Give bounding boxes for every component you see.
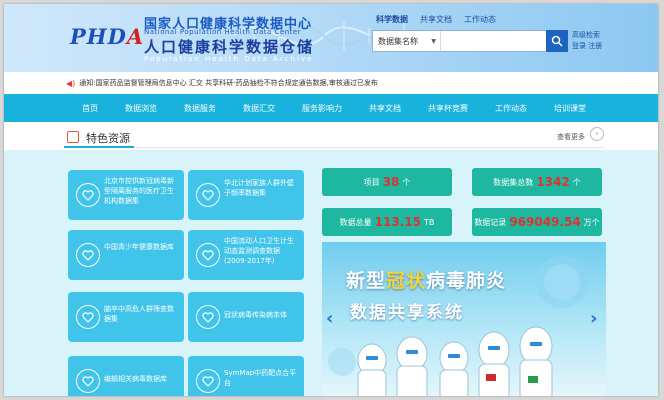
main-nav: 首页 数据浏览 数据服务 数据汇交 服务影响力 共享文档 共享杯竞赛 工作动态 …	[4, 94, 658, 122]
heart-icon	[196, 369, 220, 393]
stat-unit: 万个	[583, 217, 600, 227]
section-underline	[64, 146, 134, 148]
stat-label: 数据记录	[474, 217, 507, 227]
nav-news[interactable]: 工作动态	[495, 103, 527, 114]
search-button[interactable]	[546, 30, 568, 52]
card-label: SymMap中药靶点合平台	[224, 369, 297, 387]
stat-value: 1342	[536, 175, 570, 189]
archive-title-en: Population Health Data Archive	[144, 55, 314, 63]
nav-data-browse[interactable]: 数据浏览	[125, 103, 157, 114]
toplink-news[interactable]: 工作动态	[464, 14, 496, 25]
chevron-down-icon: ▼	[431, 37, 436, 45]
banner-title-a: 新型	[346, 270, 387, 292]
toplink-science-data[interactable]: 科学数据	[376, 14, 408, 25]
chevron-right-icon[interactable]: ›	[590, 127, 604, 141]
featured-resources-header: 特色资源 查看更多 ›	[64, 126, 604, 148]
heart-icon	[196, 183, 220, 207]
notice-bar: ◀) 通知:国家药品监督管理局信息中心 汇交 共享科研-药品抽检不符合规定通告数…	[4, 72, 658, 94]
nav-home[interactable]: 首页	[82, 103, 98, 114]
logo-accent: A	[126, 24, 145, 49]
banner-title-b: 病毒肺炎	[426, 270, 507, 292]
resource-card[interactable]: 冠状病毒传染病本体	[188, 292, 304, 342]
search-input[interactable]	[441, 31, 546, 51]
search-scope-select[interactable]: 数据集名称 ▼	[373, 31, 441, 51]
search-box: 数据集名称 ▼	[372, 30, 568, 52]
resource-card[interactable]: 北京市控供新冠病毒新型隔离服务的医疗卫生机构数据集	[68, 170, 184, 220]
resource-card[interactable]: 脑卒中高危人群筛查数据集	[68, 292, 184, 342]
view-more-link[interactable]: 查看更多	[557, 132, 585, 142]
card-label: 华北计划家族人群外壁子频率数据集	[224, 179, 294, 197]
stat-volume: 数据总量 113.15 TB	[322, 208, 452, 236]
heart-icon	[76, 183, 100, 207]
notice-text[interactable]: 通知:国家药品监督管理局信息中心 汇交 共享科研-药品抽检不符合规定通告数据,审…	[79, 78, 378, 88]
resource-card[interactable]: 编辑相关病毒数据库	[68, 356, 184, 396]
stat-unit: 个	[572, 177, 581, 187]
resource-card[interactable]: 中国青少年健康数据库	[68, 230, 184, 280]
user-links: 高级检索 登录 注册	[572, 30, 602, 52]
card-label: 脑卒中高危人群筛查数据集	[104, 305, 174, 323]
resource-icon	[67, 131, 79, 143]
site-logo[interactable]: PHDA	[70, 24, 144, 49]
nav-competition[interactable]: 共享杯竞赛	[428, 103, 468, 114]
card-label: 北京市控供新冠病毒新型隔离服务的医疗卫生机构数据集	[104, 177, 174, 205]
search-scope-label: 数据集名称	[378, 36, 418, 46]
card-label: 中国青少年健康数据库	[104, 243, 174, 251]
covid-banner[interactable]: 新型冠状病毒肺炎 数据共享系统	[322, 242, 606, 396]
stat-datasets: 数据集总数 1342 个	[472, 168, 602, 196]
stat-records: 数据记录 969049.54 万个	[472, 208, 602, 236]
heart-icon	[196, 305, 220, 329]
banner-title: 新型冠状病毒肺炎	[346, 266, 506, 293]
browser-page: PHDA 国家人口健康科学数据中心 National Population He…	[4, 4, 658, 396]
nav-data-service[interactable]: 数据服务	[184, 103, 216, 114]
banner-title-highlight: 冠状	[386, 270, 427, 292]
advanced-search-link[interactable]: 高级检索	[572, 30, 602, 41]
heart-icon	[76, 305, 100, 329]
card-label: 冠状病毒传染病本体	[224, 311, 287, 319]
section-title: 特色资源	[86, 132, 130, 145]
top-links: 科学数据 共享文档 工作动态	[376, 14, 496, 25]
heart-icon	[196, 243, 220, 267]
stat-unit: 个	[402, 177, 411, 187]
login-register-link[interactable]: 登录 注册	[572, 41, 602, 52]
stat-value: 38	[382, 175, 400, 189]
nav-data-submit[interactable]: 数据汇交	[243, 103, 275, 114]
archive-title-cn: 人口健康科学数据仓储	[144, 38, 315, 56]
stat-label: 数据总量	[339, 217, 372, 227]
nav-impact[interactable]: 服务影响力	[302, 103, 342, 114]
toplink-shared-docs[interactable]: 共享文档	[420, 14, 452, 25]
nav-shared-docs[interactable]: 共享文档	[369, 103, 401, 114]
resource-card[interactable]: 华北计划家族人群外壁子频率数据集	[188, 170, 304, 220]
stat-value: 113.15	[374, 215, 421, 229]
stat-unit: TB	[423, 217, 435, 227]
center-title-en: National Population Health Data Center	[144, 28, 302, 36]
logo-text: PHD	[70, 24, 127, 49]
heart-icon	[76, 369, 100, 393]
chevron-right-icon[interactable]: ›	[590, 308, 597, 329]
card-label: 编辑相关病毒数据库	[104, 375, 167, 383]
stat-label: 数据集总数	[493, 177, 534, 187]
search-icon	[551, 35, 563, 47]
stat-value: 969049.54	[509, 215, 581, 229]
resource-card[interactable]: SymMap中药靶点合平台	[188, 356, 304, 396]
chevron-left-icon[interactable]: ‹	[326, 308, 333, 329]
stat-label: 项目	[363, 177, 380, 187]
banner-subtitle: 数据共享系统	[350, 303, 464, 323]
nav-training[interactable]: 培训课堂	[554, 103, 586, 114]
card-label: 中国流动人口卫生计生动态监测调查数据(2009-2017年)	[224, 237, 294, 265]
speaker-icon: ◀)	[66, 78, 76, 88]
heart-icon	[76, 243, 100, 267]
resource-card[interactable]: 中国流动人口卫生计生动态监测调查数据(2009-2017年)	[188, 230, 304, 280]
stat-projects: 项目 38 个	[322, 168, 452, 196]
site-header: PHDA 国家人口健康科学数据中心 National Population He…	[4, 4, 658, 72]
